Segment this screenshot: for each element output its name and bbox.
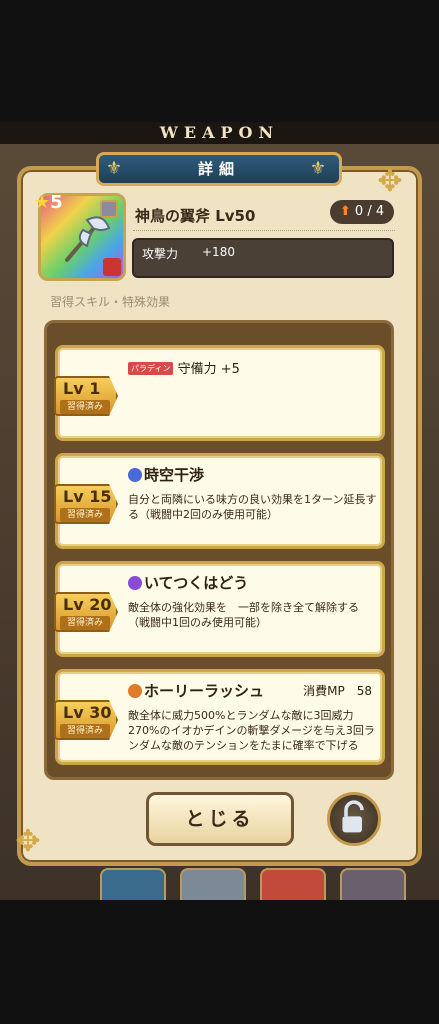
skill-card: Lv 30 習得済み ホーリーラッシュ 消費MP 58 敵全体に威力500%とラ… xyxy=(54,669,385,765)
ornament-icon: ✥ xyxy=(15,824,41,859)
stat-label: 攻撃力 xyxy=(142,247,179,261)
lock-button[interactable] xyxy=(327,792,381,846)
skill-type-icon xyxy=(128,576,142,590)
section-label: 習得スキル・特殊効果 xyxy=(50,295,171,309)
level-badge: Lv 30 習得済み xyxy=(54,700,118,740)
element-icon xyxy=(103,258,121,276)
rarity-stars: ★5 xyxy=(34,192,63,213)
star-icon: ★ xyxy=(34,192,51,213)
bg-tab xyxy=(340,868,406,900)
level-badge: Lv 1 習得済み xyxy=(54,376,118,416)
type-icon xyxy=(100,200,118,218)
arrow-up-icon: ⬆ xyxy=(339,204,351,219)
bg-tab xyxy=(180,868,246,900)
skill-name: 時空干渉 xyxy=(128,464,204,485)
skill-effect: パラディン 守備力 +5 xyxy=(128,358,240,377)
upgrade-counter: ⬆ 0 / 4 xyxy=(330,200,394,224)
fleur-icon: ⚜ xyxy=(309,158,333,179)
skill-name: いてつくはどう xyxy=(128,572,248,593)
divider xyxy=(133,230,395,231)
lock-icon xyxy=(342,800,364,833)
ornament-icon: ✥ xyxy=(377,164,403,199)
skill-card: Lv 1 習得済み パラディン 守備力 +5 xyxy=(54,345,385,441)
skill-desc: 敵全体に威力500%とランダムな敵に3回威力270%のイオかデインの斬撃ダメージ… xyxy=(128,709,375,752)
mp-cost: 消費MP 58 xyxy=(303,684,372,698)
item-name: 神鳥の翼斧 Lv50 xyxy=(135,207,256,225)
skill-card: Lv 15 習得済み 時空干渉 自分と両隣にいる味方の良い効果を1ターン延長する… xyxy=(54,453,385,549)
top-blackbar xyxy=(0,0,439,122)
skill-card: Lv 20 習得済み いてつくはどう 敵全体の強化効果を 一部を除き全て解除する… xyxy=(54,561,385,657)
class-tag: パラディン xyxy=(128,362,174,375)
close-button[interactable]: とじる xyxy=(146,792,294,846)
bg-tab xyxy=(100,868,166,900)
panel-title-banner: ⚜ 詳細 ⚜ xyxy=(96,152,342,186)
bg-tab xyxy=(260,868,326,900)
skill-list[interactable]: Lv 1 習得済み パラディン 守備力 +5 Lv 15 習得済み 時空干渉 自… xyxy=(44,320,394,780)
level-badge: Lv 15 習得済み xyxy=(54,484,118,524)
bottom-blackbar xyxy=(0,900,439,1024)
skill-name: ホーリーラッシュ xyxy=(128,680,264,701)
skill-desc: 敵全体の強化効果を 一部を除き全て解除する（戦闘中1回のみ使用可能） xyxy=(128,601,359,629)
stat-value: +180 xyxy=(202,245,235,259)
skill-desc: 自分と両隣にいる味方の良い効果を1ターン延長する（戦闘中2回のみ使用可能） xyxy=(128,493,377,521)
level-badge: Lv 20 習得済み xyxy=(54,592,118,632)
skill-type-icon xyxy=(128,468,142,482)
skill-type-icon xyxy=(128,684,142,698)
weapon-header: WEAPON xyxy=(0,122,439,144)
panel-title: 詳細 xyxy=(197,160,240,178)
fleur-icon: ⚜ xyxy=(105,158,129,179)
background-tabs xyxy=(0,862,439,900)
stat-box: 攻撃力 +180 xyxy=(132,238,394,278)
